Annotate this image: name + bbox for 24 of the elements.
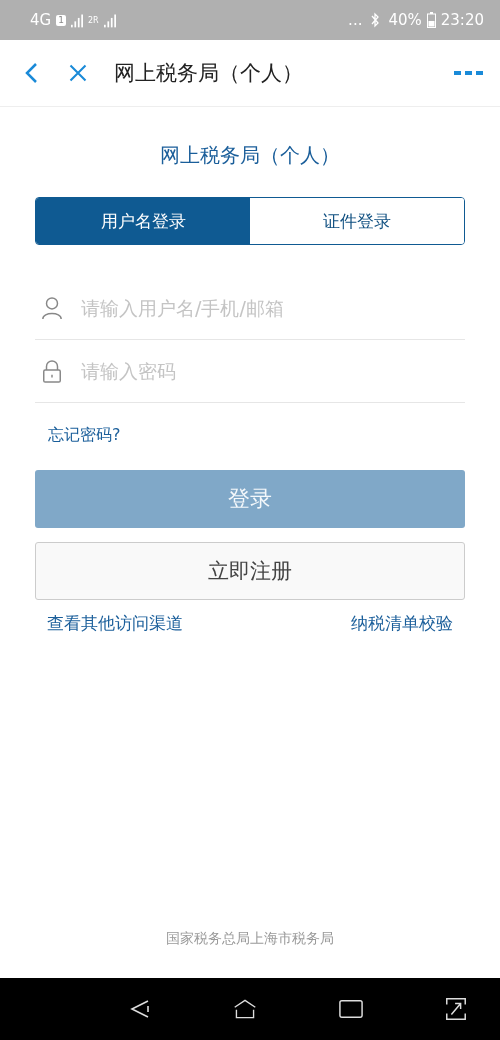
- lock-icon: [41, 358, 63, 384]
- battery-icon: [426, 12, 436, 28]
- clock: 23:20: [440, 11, 484, 29]
- window-title: 网上税务局（个人）: [114, 60, 304, 87]
- user-icon: [41, 295, 63, 321]
- link[interactable]: 查看其他访问渠道: [47, 612, 183, 635]
- link[interactable]: 纳税清单校验: [351, 612, 453, 635]
- expand-icon[interactable]: [444, 997, 468, 1021]
- footer-text: 国家税务总局上海市税务局: [165, 930, 335, 948]
- tab[interactable]: 用户名登录: [36, 198, 250, 244]
- more-icon[interactable]: [454, 70, 484, 76]
- sim-badge: 1: [56, 14, 66, 26]
- forgot-password-link[interactable]: 忘记密码?: [48, 425, 465, 446]
- sim-label: 2R: [87, 15, 99, 25]
- page-title: 网上税务局（个人）: [159, 142, 341, 169]
- signal-icon: [70, 12, 83, 28]
- back-icon[interactable]: [128, 997, 152, 1021]
- battery-percent: 40%: [388, 11, 422, 29]
- network-label: 4G: [30, 11, 52, 29]
- signal-icon: [103, 12, 116, 28]
- more-indicator: ...: [348, 11, 363, 29]
- home-icon[interactable]: [233, 997, 258, 1021]
- register-button[interactable]: 立即注册: [35, 542, 465, 600]
- recent-apps-icon[interactable]: [338, 997, 363, 1021]
